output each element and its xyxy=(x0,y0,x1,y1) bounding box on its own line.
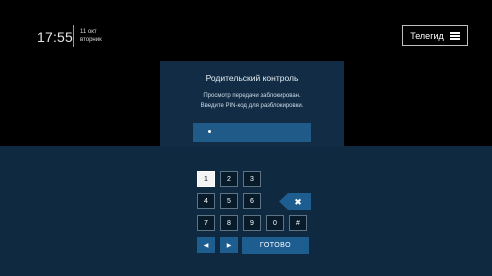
key-7[interactable]: 7 xyxy=(197,215,215,231)
key-hash[interactable]: # xyxy=(289,215,307,231)
key-6[interactable]: 6 xyxy=(243,193,261,209)
right-arrow-icon: ▶ xyxy=(226,242,232,249)
done-button[interactable]: ГОТОВО xyxy=(242,237,309,254)
key-4[interactable]: 4 xyxy=(197,193,215,209)
left-arrow-button[interactable]: ◀ xyxy=(197,237,215,253)
backspace-icon: ✖ xyxy=(279,193,311,210)
dialog-message: Просмотр передачи заблокирован. Введите … xyxy=(160,91,344,111)
key-1[interactable]: 1 xyxy=(197,171,215,187)
pin-input[interactable] xyxy=(193,123,311,142)
key-3[interactable]: 3 xyxy=(243,171,261,187)
clock-time: 17:55 xyxy=(37,29,74,45)
key-8[interactable]: 8 xyxy=(220,215,238,231)
dialog-message-line2: Введите PIN-код для разблокировки. xyxy=(200,103,304,109)
keypad-panel xyxy=(0,146,492,276)
clock-date: 11 окт вторник xyxy=(80,28,102,44)
dialog-message-line1: Просмотр передачи заблокирован. xyxy=(203,93,301,99)
pin-dot xyxy=(208,130,211,133)
tvguide-button[interactable]: Телегид xyxy=(402,25,468,46)
key-9[interactable]: 9 xyxy=(243,215,261,231)
backspace-button[interactable]: ✖ xyxy=(279,193,311,210)
right-arrow-button[interactable]: ▶ xyxy=(220,237,238,253)
time-divider xyxy=(73,25,74,47)
svg-text:✖: ✖ xyxy=(294,198,302,208)
key-0[interactable]: 0 xyxy=(266,215,284,231)
tvguide-label: Телегид xyxy=(410,30,444,41)
date-day: 11 окт xyxy=(80,29,97,35)
top-bar: 17:55 11 окт вторник Телегид xyxy=(0,0,492,70)
key-2[interactable]: 2 xyxy=(220,171,238,187)
dialog-title: Родительский контроль xyxy=(205,73,299,83)
date-weekday: вторник xyxy=(80,37,102,43)
key-5[interactable]: 5 xyxy=(220,193,238,209)
parental-control-dialog: Родительский контроль Просмотр передачи … xyxy=(160,61,344,146)
left-arrow-icon: ◀ xyxy=(203,242,209,249)
menu-icon xyxy=(449,32,460,40)
